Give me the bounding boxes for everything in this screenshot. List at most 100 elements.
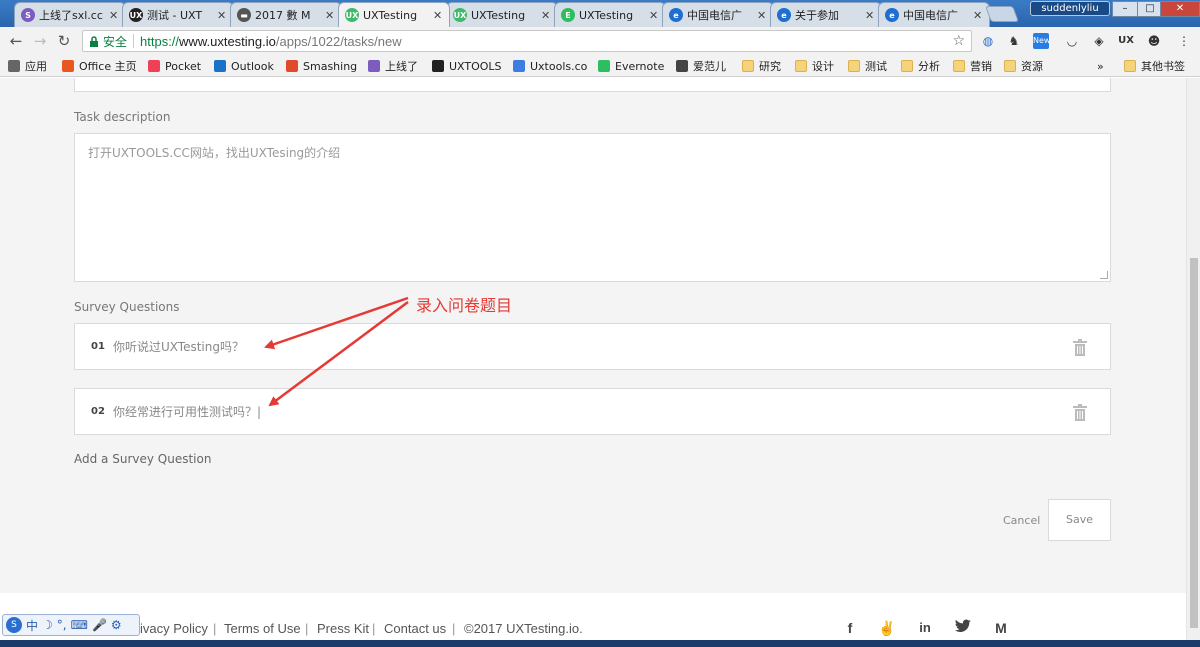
new-tab-button[interactable] — [985, 6, 1019, 22]
close-tab-icon[interactable]: ✕ — [973, 9, 983, 22]
ime-mode[interactable]: 中 — [26, 617, 38, 634]
extension-pocket-icon[interactable]: ◡ — [1064, 33, 1080, 49]
profile-button[interactable]: suddenlyliu — [1030, 1, 1110, 16]
extension-globe-icon[interactable]: ◍ — [980, 33, 996, 49]
sxl-icon — [368, 60, 380, 72]
tab-title: 中国电信广 — [687, 9, 742, 22]
close-tab-icon[interactable]: ✕ — [325, 9, 335, 22]
extension-feedly-icon[interactable]: ◈ — [1091, 33, 1107, 49]
address-bar[interactable]: 安全 https://www.uxtesting.io/apps/1022/ta… — [82, 30, 972, 52]
folder-icon — [795, 60, 807, 72]
save-button[interactable]: Save — [1048, 499, 1111, 541]
bookmark-label: 应用 — [25, 60, 47, 73]
contact-us-link[interactable]: Contact us — [384, 621, 446, 636]
terms-of-use-link[interactable]: Terms of Use — [224, 621, 301, 636]
browser-tab[interactable]: e 中国电信广 ✕ — [878, 2, 990, 27]
close-tab-icon[interactable]: ✕ — [649, 9, 659, 22]
bookmark-label: 设计 — [812, 60, 834, 73]
linkedin-icon[interactable]: in — [916, 619, 934, 637]
bookmark-item[interactable]: Evernote — [598, 58, 664, 74]
close-tab-icon[interactable]: ✕ — [541, 9, 551, 22]
ime-settings-icon[interactable]: ⚙ — [111, 618, 122, 632]
scrollbar-thumb[interactable] — [1190, 258, 1198, 628]
close-tab-icon[interactable]: ✕ — [109, 9, 119, 22]
medium-icon[interactable]: M — [992, 619, 1010, 637]
tab-title: UXTesting — [579, 8, 634, 22]
reload-icon[interactable]: ↻ — [54, 31, 74, 51]
ime-mic-icon[interactable]: 🎤 — [92, 618, 107, 632]
twitter-icon[interactable] — [954, 619, 972, 637]
sxl-icon: S — [21, 8, 35, 22]
bookmark-item[interactable]: UXTOOLS — [432, 58, 502, 74]
question-input[interactable]: 你经常进行可用性测试吗？| — [113, 403, 261, 420]
bookmarks-overflow-icon[interactable]: » — [1097, 58, 1104, 74]
bookmarks-bar: 应用 Office 主页 Pocket Outlook Smashing 上线了 UXTOO… — [0, 55, 1200, 77]
facebook-icon[interactable]: f — [841, 619, 859, 637]
survey-question-row[interactable]: 02 你经常进行可用性测试吗？| — [74, 388, 1111, 435]
browser-tab[interactable]: UX UXTesting ✕ — [338, 2, 450, 27]
ime-punct-icon[interactable]: °, — [57, 618, 67, 632]
bookmark-item[interactable]: 爱范儿 — [676, 58, 726, 74]
browser-tab[interactable]: e 中国电信广 ✕ — [662, 2, 774, 27]
menu-icon[interactable]: ⋮ — [1176, 33, 1192, 49]
extension-ux-icon[interactable]: UX — [1118, 33, 1134, 49]
question-input[interactable]: 你听说过UXTesting吗？ — [113, 338, 244, 355]
question-number: 02 — [91, 406, 105, 417]
back-icon[interactable]: ← — [6, 31, 26, 51]
bookmark-star-icon[interactable]: ☆ — [952, 33, 965, 49]
bookmark-item[interactable]: Smashing — [286, 58, 357, 74]
trash-icon[interactable] — [1072, 404, 1088, 422]
resize-handle[interactable] — [1100, 271, 1108, 279]
tab-title: 关于参加 — [795, 9, 839, 22]
bookmark-item[interactable]: Outlook — [214, 58, 274, 74]
bookmark-item[interactable]: Office 主页 — [62, 58, 137, 74]
browser-tab[interactable]: e 关于参加 ✕ — [770, 2, 882, 27]
page-scrollbar[interactable] — [1186, 78, 1200, 647]
browser-tab[interactable]: UX UXTesting ✕ — [446, 2, 558, 27]
bookmark-item[interactable]: 研究 — [742, 58, 781, 74]
press-kit-link[interactable]: Press Kit — [317, 621, 369, 636]
ime-keyboard-icon[interactable]: ⌨ — [71, 618, 88, 632]
bookmark-item[interactable]: Pocket — [148, 58, 201, 74]
bookmark-item[interactable]: 测试 — [848, 58, 887, 74]
trash-icon[interactable] — [1072, 339, 1088, 357]
bookmark-item[interactable]: Uxtools.co — [513, 58, 587, 74]
bookmark-item[interactable]: 资源 — [1004, 58, 1043, 74]
ime-halfwidth-icon[interactable]: ☽ — [42, 618, 53, 632]
browser-tab[interactable]: E UXTesting ✕ — [554, 2, 666, 27]
task-name-field[interactable] — [74, 78, 1111, 92]
bookmark-item[interactable]: 分析 — [901, 58, 940, 74]
folder-icon — [742, 60, 754, 72]
minimize-button[interactable]: – — [1112, 1, 1138, 17]
add-survey-question-link[interactable]: Add a Survey Question — [74, 452, 211, 466]
bookmark-label: 研究 — [759, 60, 781, 73]
extension-evernote-icon[interactable]: ♞ — [1006, 33, 1022, 49]
other-bookmarks[interactable]: 其他书签 — [1124, 58, 1185, 74]
close-window-button[interactable]: ✕ — [1160, 1, 1200, 17]
close-tab-icon[interactable]: ✕ — [757, 9, 767, 22]
close-tab-icon[interactable]: ✕ — [433, 9, 443, 22]
browser-tab[interactable]: UX 测试 - UXT ✕ — [122, 2, 234, 27]
survey-question-row[interactable]: 01 你听说过UXTesting吗？ — [74, 323, 1111, 370]
angellist-icon[interactable]: ✌ — [878, 619, 896, 637]
close-tab-icon[interactable]: ✕ — [217, 9, 227, 22]
bookmark-item[interactable]: 营销 — [953, 58, 992, 74]
extension-new-icon[interactable]: New — [1033, 33, 1050, 49]
bookmark-label: Uxtools.co — [530, 59, 588, 73]
extension-ghost-icon[interactable]: ☻ — [1146, 33, 1162, 49]
close-tab-icon[interactable]: ✕ — [865, 9, 875, 22]
ime-toolbar[interactable]: S 中 ☽ °, ⌨ 🎤 ⚙ — [2, 614, 140, 636]
forward-icon[interactable]: → — [30, 31, 50, 51]
bookmark-item[interactable]: 应用 — [8, 58, 47, 74]
tab-title: UXTesting — [363, 8, 418, 22]
bookmark-label: Smashing — [303, 59, 358, 73]
bookmark-item[interactable]: 设计 — [795, 58, 834, 74]
browser-tab[interactable]: ▬ 2017 數 M ✕ — [230, 2, 342, 27]
apps-icon — [8, 60, 20, 72]
cancel-button[interactable]: Cancel — [1003, 514, 1040, 527]
bookmark-item[interactable]: 上线了 — [368, 58, 418, 74]
footer-separator: | — [372, 621, 376, 636]
bookmark-label: 资源 — [1021, 60, 1043, 73]
browser-tab[interactable]: S 上线了sxl.cc ✕ — [14, 2, 126, 27]
task-description-textarea[interactable]: 打开UXTOOLS.CC网站，找出UXTesing的介绍 — [74, 133, 1111, 282]
